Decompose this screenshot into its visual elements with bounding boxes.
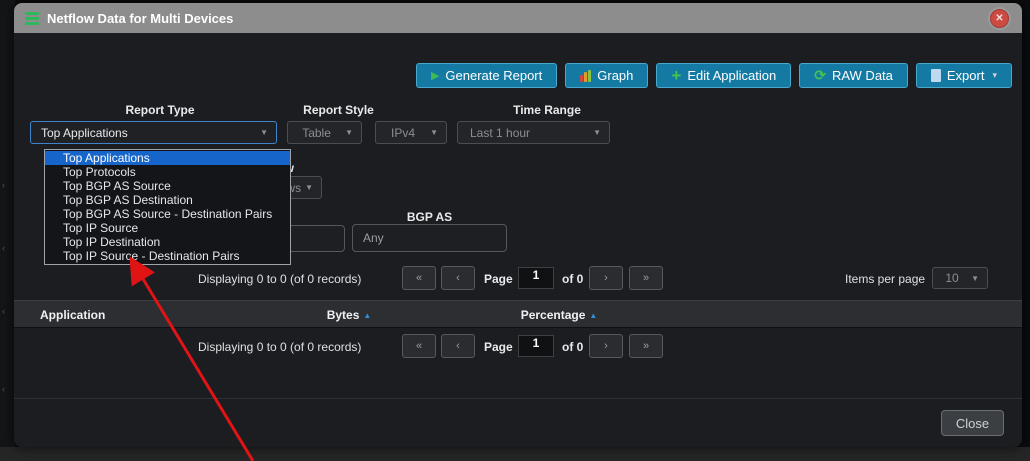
- raw-data-button[interactable]: ⟳ RAW Data: [799, 63, 908, 88]
- dropdown-option-top-ip-src-dst-pairs[interactable]: Top IP Source - Destination Pairs: [45, 249, 290, 263]
- report-style-label: Report Style: [303, 103, 374, 117]
- refresh-icon: ⟳: [814, 67, 826, 83]
- ip-version-select[interactable]: IPv4 ▼: [375, 121, 447, 144]
- bar-chart-icon: [580, 69, 592, 82]
- dropdown-option-top-applications[interactable]: Top Applications: [45, 151, 290, 165]
- records-summary: Displaying 0 to 0 (of 0 records): [198, 272, 362, 286]
- last-page-button[interactable]: »: [629, 266, 663, 290]
- generate-report-button[interactable]: ▶ Generate Report: [415, 63, 558, 88]
- dropdown-option-top-ip-destination[interactable]: Top IP Destination: [45, 235, 290, 249]
- dropdown-option-top-ip-source[interactable]: Top IP Source: [45, 221, 290, 235]
- caret-down-icon: ▼: [345, 128, 353, 137]
- caret-down-icon: ▼: [260, 128, 268, 137]
- close-button[interactable]: Close: [941, 410, 1004, 436]
- column-label: Percentage: [520, 308, 586, 322]
- dropdown-option-top-bgp-as-src-dst-pairs[interactable]: Top BGP AS Source - Destination Pairs: [45, 207, 290, 221]
- caret-down-icon: ▼: [305, 183, 313, 192]
- items-per-page-value: 10: [945, 271, 959, 285]
- page-label: Page: [484, 272, 513, 286]
- modal-title: Netflow Data for Multi Devices: [47, 10, 234, 26]
- column-label: Bytes: [326, 308, 360, 322]
- items-per-page-select[interactable]: 10 ▼: [932, 267, 988, 289]
- report-style-select[interactable]: Table ▼: [287, 121, 362, 144]
- items-per-page-label: Items per page: [845, 272, 926, 286]
- dropdown-option-top-protocols[interactable]: Top Protocols: [45, 165, 290, 179]
- toolbar: ▶ Generate Report Graph + Edit Applicati…: [415, 63, 1012, 88]
- chevron-icon: ‹: [2, 384, 5, 394]
- dropdown-option-top-bgp-as-source[interactable]: Top BGP AS Source: [45, 179, 290, 193]
- report-style-value: Table: [302, 125, 331, 140]
- records-summary: Displaying 0 to 0 (of 0 records): [198, 340, 362, 354]
- first-page-button[interactable]: «: [402, 266, 436, 290]
- background-sidebar: ‹ ‹ ‹ ‹ ‹: [0, 0, 15, 461]
- sort-asc-icon: ▲: [363, 311, 372, 320]
- caret-down-icon: ▾: [992, 70, 997, 80]
- prev-page-button[interactable]: ‹: [441, 266, 475, 290]
- plus-icon: +: [671, 66, 682, 85]
- column-header-application[interactable]: Application: [40, 308, 105, 322]
- footer-divider: [14, 398, 1022, 399]
- report-type-select[interactable]: Top Applications ▼: [30, 121, 277, 144]
- edit-application-label: Edit Application: [687, 68, 777, 83]
- netflow-modal: Netflow Data for Multi Devices ✕ ▶ Gener…: [14, 3, 1022, 447]
- time-range-label: Time Range: [513, 103, 581, 117]
- netflow-list-icon: [25, 11, 39, 25]
- first-page-button[interactable]: «: [402, 334, 436, 358]
- background-bottom: [0, 447, 1030, 461]
- page-label: Page: [484, 340, 513, 354]
- bgp-as-input[interactable]: Any: [352, 224, 507, 252]
- bgp-as-placeholder: Any: [363, 231, 384, 245]
- ip-version-value: IPv4: [391, 125, 416, 140]
- play-icon: ▶: [430, 70, 440, 82]
- dropdown-option-top-bgp-as-destination[interactable]: Top BGP AS Destination: [45, 193, 290, 207]
- page-number-input[interactable]: 1: [518, 267, 554, 289]
- next-page-button[interactable]: ›: [589, 266, 623, 290]
- column-header-bytes[interactable]: Bytes ▲: [264, 308, 434, 322]
- report-type-label: Report Type: [125, 103, 195, 117]
- report-type-dropdown: Top Applications Top Protocols Top BGP A…: [44, 149, 291, 265]
- raw-data-label: RAW Data: [831, 68, 893, 83]
- prev-page-button[interactable]: ‹: [441, 334, 475, 358]
- report-type-value: Top Applications: [41, 125, 128, 140]
- edit-application-button[interactable]: + Edit Application: [656, 63, 792, 88]
- modal-close-icon[interactable]: ✕: [990, 9, 1009, 28]
- time-range-value: Last 1 hour: [470, 125, 531, 140]
- bgp-as-label: BGP AS: [406, 210, 453, 224]
- export-label: Export: [946, 68, 985, 83]
- page: ‹ ‹ ‹ ‹ ‹ Netflow Data for Multi Devices…: [0, 0, 1030, 461]
- column-header-percentage[interactable]: Percentage ▲: [474, 308, 644, 322]
- document-icon: [930, 69, 941, 82]
- page-of-label: of 0: [562, 340, 584, 354]
- graph-label: Graph: [597, 68, 634, 83]
- page-number-input[interactable]: 1: [518, 335, 554, 357]
- caret-down-icon: ▼: [430, 128, 438, 137]
- last-page-button[interactable]: »: [629, 334, 663, 358]
- next-page-button[interactable]: ›: [589, 334, 623, 358]
- chevron-icon: ‹: [2, 243, 5, 253]
- generate-report-label: Generate Report: [445, 68, 543, 83]
- page-of-label: of 0: [562, 272, 584, 286]
- export-button[interactable]: Export ▾: [915, 63, 1012, 88]
- time-range-select[interactable]: Last 1 hour ▼: [457, 121, 610, 144]
- column-label: Application: [40, 308, 106, 322]
- table-header: Application Bytes ▲ Percentage ▲: [14, 300, 1022, 328]
- modal-titlebar: Netflow Data for Multi Devices: [14, 3, 1022, 33]
- sort-asc-icon: ▲: [589, 311, 598, 320]
- graph-button[interactable]: Graph: [565, 63, 649, 88]
- caret-down-icon: ▼: [971, 273, 979, 283]
- chevron-icon: ‹: [2, 180, 5, 190]
- chevron-icon: ‹: [2, 306, 5, 316]
- caret-down-icon: ▼: [593, 128, 601, 137]
